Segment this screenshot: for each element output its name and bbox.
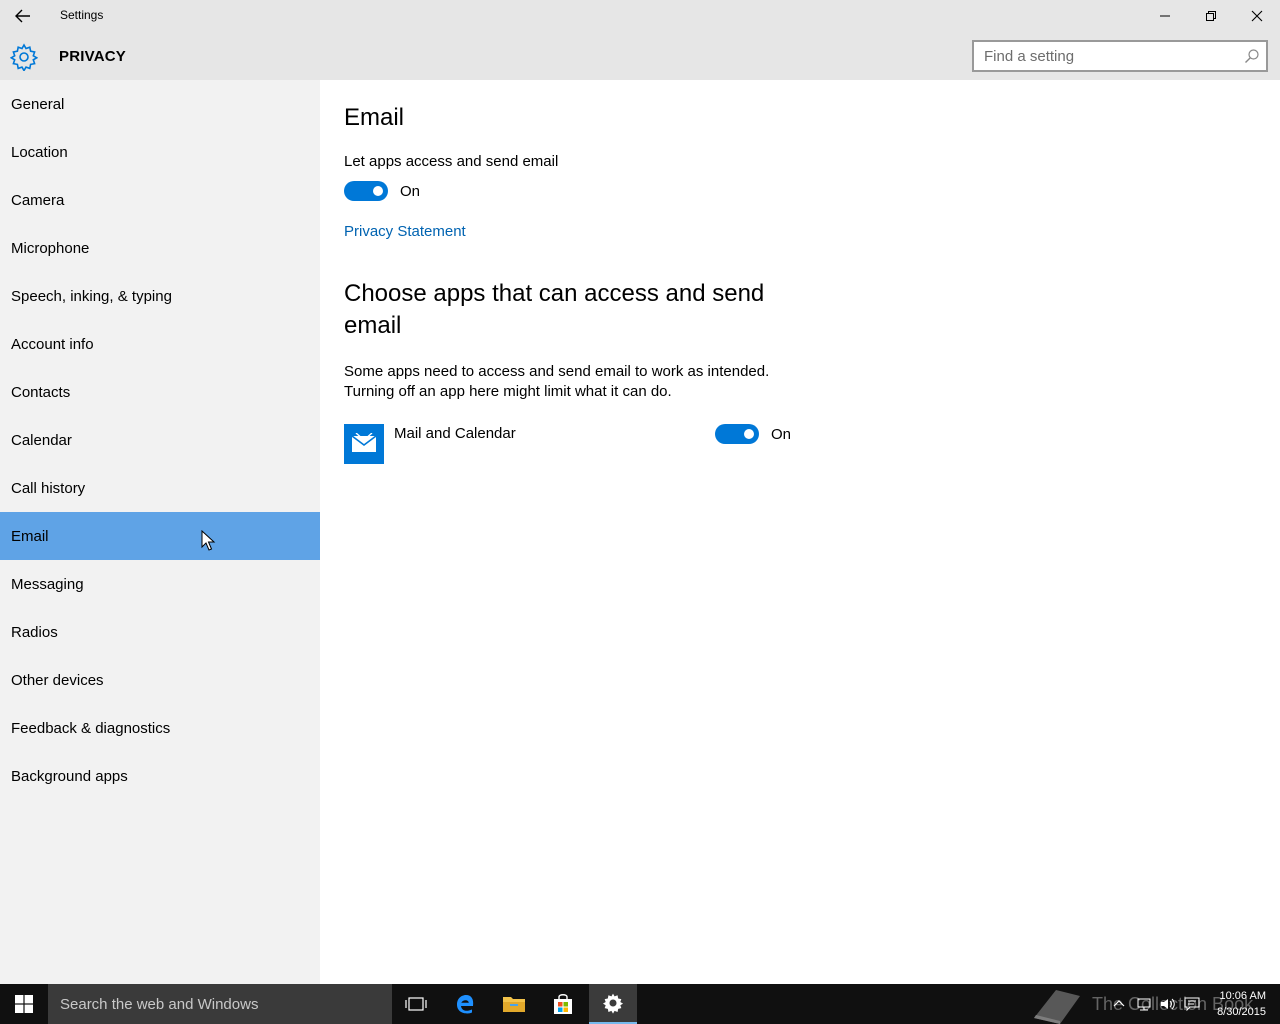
- sidebar-item-messaging[interactable]: Messaging: [0, 560, 320, 608]
- sidebar-item-label: Speech, inking, & typing: [11, 287, 172, 305]
- store-bag-icon: [554, 994, 572, 1014]
- page-title: PRIVACY: [59, 48, 126, 65]
- clock-time: 10:06 AM: [1219, 990, 1266, 1002]
- book-icon: [1034, 990, 1080, 1024]
- master-toggle-label: Let apps access and send email: [344, 153, 559, 170]
- gear-icon: [602, 993, 624, 1014]
- sidebar-item-camera[interactable]: Camera: [0, 176, 320, 224]
- sidebar-item-label: Email: [11, 527, 49, 545]
- chevron-up-icon[interactable]: [1112, 997, 1126, 1011]
- app-toggle-row: On: [715, 424, 791, 444]
- sidebar-item-location[interactable]: Location: [0, 128, 320, 176]
- sidebar-item-general[interactable]: General: [0, 80, 320, 128]
- toggle-state-text: On: [400, 182, 421, 200]
- edge-button[interactable]: [441, 984, 489, 1024]
- sidebar-item-contacts[interactable]: Contacts: [0, 368, 320, 416]
- description-line: Turning off an app here might limit what…: [344, 383, 672, 400]
- sidebar-item-speech[interactable]: Speech, inking, & typing: [0, 272, 320, 320]
- sidebar-item-label: Camera: [11, 191, 65, 209]
- back-arrow-icon: [15, 9, 30, 23]
- system-tray: [1112, 984, 1200, 1024]
- mail-icon: [344, 424, 384, 464]
- sidebar-item-background-apps[interactable]: Background apps: [0, 752, 320, 800]
- sidebar-item-feedback[interactable]: Feedback & diagnostics: [0, 704, 320, 752]
- toggle-state-text: On: [771, 425, 792, 443]
- section-heading: Email: [344, 104, 405, 131]
- close-icon: [1251, 10, 1263, 22]
- sidebar-item-label: Account info: [11, 335, 94, 353]
- edge-icon: [457, 995, 474, 1014]
- network-icon[interactable]: [1136, 997, 1152, 1011]
- task-view-icon: [405, 997, 427, 1011]
- sidebar-item-label: Call history: [11, 479, 86, 497]
- search-icon[interactable]: [1244, 48, 1260, 64]
- title-bar: Settings: [0, 0, 1280, 32]
- settings-header: PRIVACY: [0, 32, 1280, 80]
- gear-icon: [10, 43, 38, 71]
- taskbar: Search the web and Windows The Collectio…: [0, 984, 1280, 1024]
- clock-date: 8/30/2015: [1217, 1006, 1266, 1018]
- taskbar-search-text: Search the web and Windows: [60, 995, 259, 1013]
- mouse-cursor-icon: [201, 530, 216, 551]
- toggle-knob: [373, 186, 383, 196]
- taskbar-clock[interactable]: 10:06 AM 8/30/2015: [1217, 988, 1266, 1020]
- sidebar-item-email[interactable]: Email: [0, 512, 320, 560]
- main-content: Email Let apps access and send email On …: [320, 80, 1280, 984]
- start-button[interactable]: [0, 984, 48, 1024]
- sidebar-item-label: Background apps: [11, 767, 128, 785]
- sidebar-item-microphone[interactable]: Microphone: [0, 224, 320, 272]
- search-input[interactable]: [974, 42, 1224, 70]
- close-button[interactable]: [1234, 0, 1280, 32]
- description-line: Some apps need to access and send email …: [344, 363, 770, 380]
- settings-taskbar-button[interactable]: [589, 984, 637, 1024]
- sidebar-item-label: Calendar: [11, 431, 72, 449]
- restore-icon: [1206, 11, 1216, 21]
- search-box[interactable]: [972, 40, 1268, 72]
- email-access-toggle[interactable]: [344, 181, 388, 201]
- app-name: Mail and Calendar: [394, 425, 516, 442]
- choose-apps-heading: Choose apps that can access and send ema…: [344, 280, 765, 339]
- master-toggle-row: On: [344, 181, 420, 201]
- choose-apps-description: Some apps need to access and send email …: [344, 362, 804, 402]
- window-title: Settings: [60, 8, 104, 22]
- restore-button[interactable]: [1188, 0, 1234, 32]
- mail-calendar-toggle[interactable]: [715, 424, 759, 444]
- windows-logo-icon: [15, 995, 33, 1013]
- sidebar-item-label: Other devices: [11, 671, 104, 689]
- app-row: Mail and Calendar On: [344, 424, 804, 464]
- sidebar-item-radios[interactable]: Radios: [0, 608, 320, 656]
- folder-icon: [503, 997, 525, 1012]
- sidebar-item-label: Contacts: [11, 383, 71, 401]
- privacy-statement-link[interactable]: Privacy Statement: [344, 223, 466, 240]
- sidebar-item-label: Radios: [11, 623, 58, 641]
- task-view-button[interactable]: [392, 984, 440, 1024]
- back-button[interactable]: [0, 0, 46, 32]
- file-explorer-button[interactable]: [490, 984, 538, 1024]
- sidebar-item-call-history[interactable]: Call history: [0, 464, 320, 512]
- minimize-icon: [1160, 15, 1170, 17]
- store-button[interactable]: [539, 984, 587, 1024]
- action-center-icon[interactable]: [1184, 997, 1200, 1011]
- sidebar-item-calendar[interactable]: Calendar: [0, 416, 320, 464]
- volume-icon[interactable]: [1160, 997, 1176, 1011]
- sidebar-item-label: Feedback & diagnostics: [11, 719, 171, 737]
- minimize-button[interactable]: [1142, 0, 1188, 32]
- toggle-knob: [744, 429, 754, 439]
- sidebar-item-account-info[interactable]: Account info: [0, 320, 320, 368]
- taskbar-search[interactable]: Search the web and Windows: [48, 984, 392, 1024]
- sidebar: General Location Camera Microphone Speec…: [0, 80, 320, 984]
- sidebar-item-other-devices[interactable]: Other devices: [0, 656, 320, 704]
- sidebar-item-label: Location: [11, 143, 68, 161]
- sidebar-item-label: General: [11, 95, 65, 113]
- sidebar-item-label: Messaging: [11, 575, 84, 593]
- sidebar-item-label: Microphone: [11, 239, 90, 257]
